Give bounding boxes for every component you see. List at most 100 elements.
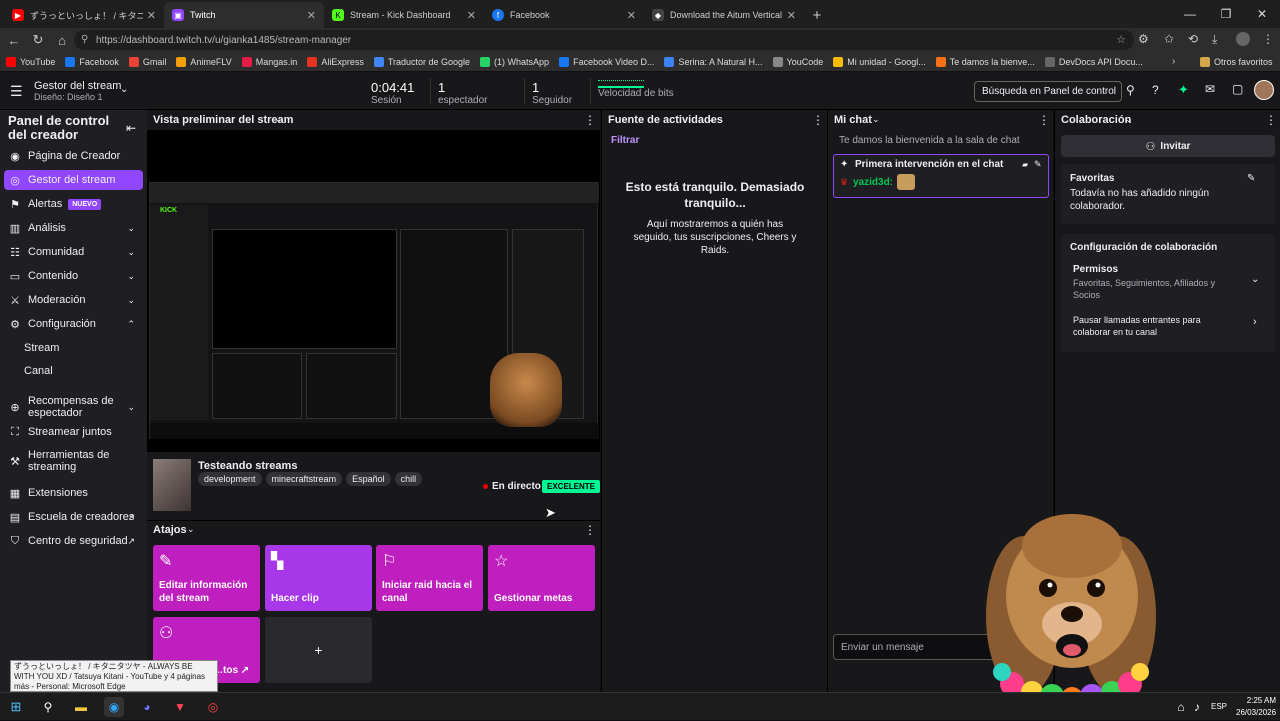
shortcut-make-clip[interactable]: ▚ Hacer clip: [265, 545, 372, 611]
chat-username[interactable]: yazid3d:: [853, 177, 893, 188]
chevron-right-icon[interactable]: ›: [1172, 56, 1175, 67]
shortcut-manage-goals[interactable]: ☆ Gestionar metas: [488, 545, 595, 611]
sidebar-item-escuela-de-creadores[interactable]: ▤ Escuela de creadores ↗: [4, 507, 143, 527]
tag[interactable]: chill: [394, 472, 423, 486]
bookmark-item[interactable]: Gmail: [128, 56, 166, 67]
bookmark-item[interactable]: (1) WhatsApp: [480, 56, 549, 67]
browser-tab-youtube[interactable]: ▶ ずうっといっしょ！ / キタニタツヤ - ✕: [4, 2, 164, 28]
stream-video[interactable]: KICK: [147, 130, 600, 452]
more-options-icon[interactable]: ⋮: [1038, 113, 1050, 127]
tag[interactable]: development: [198, 472, 262, 486]
add-shortcut-button[interactable]: +: [265, 617, 372, 683]
inbox-icon[interactable]: ✉: [1205, 82, 1215, 96]
sidebar-item-analisis[interactable]: ▥ Análisis ⌄: [4, 218, 143, 238]
browser-tab-twitch[interactable]: ▣ Twitch ✕: [164, 2, 324, 28]
home-button[interactable]: ⌂: [50, 28, 74, 52]
chevron-down-icon[interactable]: ⌄: [708, 114, 716, 125]
tag[interactable]: Español: [346, 472, 391, 486]
clock[interactable]: 2:25 AM 26/03/2026: [1236, 696, 1276, 717]
browser-tab-aitum[interactable]: ◆ Download the Aitum Vertical Plug ✕: [644, 2, 804, 28]
other-bookmarks[interactable]: Otros favoritos: [1200, 57, 1273, 67]
hamburger-menu-icon[interactable]: ☰: [10, 83, 23, 100]
sidebar-item-centro-de-seguridad[interactable]: ⛉ Centro de seguridad ↗: [4, 531, 143, 551]
minimize-button[interactable]: —: [1172, 0, 1208, 28]
back-button[interactable]: ←: [2, 28, 26, 52]
close-icon[interactable]: ✕: [307, 9, 316, 22]
sidebar-item-herramientas[interactable]: ⚒ Herramientas de streaming: [4, 446, 143, 476]
network-icon[interactable]: ⌂: [1174, 697, 1188, 717]
profile-avatar[interactable]: [1236, 32, 1250, 46]
sidebar-item-contenido[interactable]: ▭ Contenido ⌄: [4, 266, 143, 286]
pencil-icon[interactable]: ✎: [1247, 173, 1255, 184]
close-icon[interactable]: ✕: [147, 9, 156, 22]
more-options-icon[interactable]: ⋮: [1265, 113, 1277, 127]
close-icon[interactable]: ✕: [467, 9, 476, 22]
bookmark-item[interactable]: Facebook: [65, 56, 119, 67]
user-avatar[interactable]: [1254, 80, 1274, 100]
extensions-icon[interactable]: ⚙: [1138, 32, 1149, 46]
filter-button[interactable]: Filtrar: [611, 135, 639, 146]
sidebar-item-extensiones[interactable]: ▦ Extensiones: [4, 483, 143, 503]
search-icon[interactable]: ⚲: [1126, 83, 1135, 97]
tag[interactable]: minecraftstream: [265, 472, 343, 486]
refresh-button[interactable]: ↻: [26, 28, 50, 52]
tag-icon[interactable]: ▰: [1022, 160, 1028, 169]
favorite-star-icon[interactable]: ☆: [1116, 33, 1126, 46]
search-icon[interactable]: ⚲: [38, 697, 58, 717]
favorites-icon[interactable]: ✩: [1164, 32, 1174, 46]
close-icon[interactable]: ✕: [627, 9, 636, 22]
url-bar[interactable]: ⚲ https://dashboard.twitch.tv/u/gianka14…: [74, 30, 1134, 50]
bookmark-item[interactable]: DevDocs API Docu...: [1044, 56, 1143, 67]
browser-tab-facebook[interactable]: f Facebook ✕: [484, 2, 644, 28]
site-info-icon[interactable]: ⚲: [81, 34, 88, 45]
downloads-icon[interactable]: ⤓: [1212, 32, 1217, 47]
sidebar-item-comunidad[interactable]: ☷ Comunidad ⌄: [4, 242, 143, 262]
help-icon[interactable]: ?: [1152, 83, 1159, 97]
language-indicator[interactable]: ESP: [1211, 702, 1227, 711]
new-tab-button[interactable]: +: [804, 2, 830, 28]
file-explorer-icon[interactable]: ▬: [71, 697, 91, 717]
chevron-down-icon[interactable]: ⌄: [187, 524, 195, 535]
sidebar-item-configuracion[interactable]: ⚙ Configuración ⌃: [4, 314, 143, 334]
chevron-down-icon[interactable]: ⌄: [120, 84, 128, 95]
bookmark-item[interactable]: AnimeFLV: [176, 56, 232, 67]
obs-icon[interactable]: ◎: [203, 697, 223, 717]
chevron-down-icon[interactable]: ⌄: [275, 114, 283, 125]
bookmark-item[interactable]: Mangas.in: [241, 56, 297, 67]
chevron-down-icon[interactable]: ⌄: [872, 114, 880, 125]
close-window-button[interactable]: ✕: [1244, 0, 1280, 28]
more-options-icon[interactable]: ⋮: [584, 113, 596, 127]
bookmark-item[interactable]: Traductor de Google: [373, 56, 470, 67]
permissions-setting[interactable]: Permisos Favoritas, Seguimientos, Afilia…: [1061, 262, 1275, 304]
stream-health-badge[interactable]: EXCELENTE: [542, 480, 601, 493]
invite-button[interactable]: ⚇ Invitar: [1061, 135, 1275, 157]
valorant-icon[interactable]: ▼: [170, 697, 190, 717]
more-options-icon[interactable]: ⋮: [584, 523, 596, 537]
sidebar-item-moderacion[interactable]: ⚔ Moderación ⌄: [4, 290, 143, 310]
sparkle-icon[interactable]: ✦: [1178, 82, 1189, 98]
sidebar-item-gestor-del-stream[interactable]: ◎ Gestor del stream: [4, 170, 143, 190]
browser-tab-kick[interactable]: K Stream - Kick Dashboard ✕: [324, 2, 484, 28]
sidebar-item-recompensas[interactable]: ⊕ Recompensas de espectador ⌄: [4, 392, 143, 422]
more-options-icon[interactable]: ⋮: [812, 113, 824, 127]
bookmark-item[interactable]: AliExpress: [307, 56, 364, 67]
shortcut-edit-stream-info[interactable]: ✎ Editar información del stream: [153, 545, 260, 611]
sidebar-item-canal[interactable]: Canal: [4, 361, 143, 381]
shortcut-start-raid[interactable]: ⚐ Iniciar raid hacia el canal: [376, 545, 483, 611]
pencil-icon[interactable]: ✎: [1034, 159, 1042, 170]
bookmark-item[interactable]: YouCode: [772, 56, 823, 67]
bookmark-item[interactable]: Mi unidad - Googl...: [833, 56, 926, 67]
stream-thumbnail[interactable]: [153, 459, 191, 511]
discord-icon[interactable]: ◕: [137, 697, 157, 717]
collapse-arrow-icon[interactable]: ⇤: [126, 121, 136, 135]
dashboard-search-input[interactable]: Búsqueda en Panel de control: [974, 81, 1122, 102]
bookmark-item[interactable]: Serina: A Natural H...: [664, 56, 763, 67]
bookmark-item[interactable]: Te damos la bienve...: [935, 56, 1035, 67]
sidebar-item-pagina-de-creador[interactable]: ◉ Página de Creador: [4, 146, 143, 166]
history-icon[interactable]: ⟲: [1188, 32, 1198, 46]
close-icon[interactable]: ✕: [787, 9, 796, 22]
maximize-button[interactable]: ❐: [1208, 0, 1244, 28]
layout-selector[interactable]: Gestor del stream Diseño: Diseño 1: [34, 80, 121, 102]
stream-title[interactable]: Testeando streams: [198, 460, 297, 472]
menu-icon[interactable]: ⋮: [1262, 32, 1274, 46]
